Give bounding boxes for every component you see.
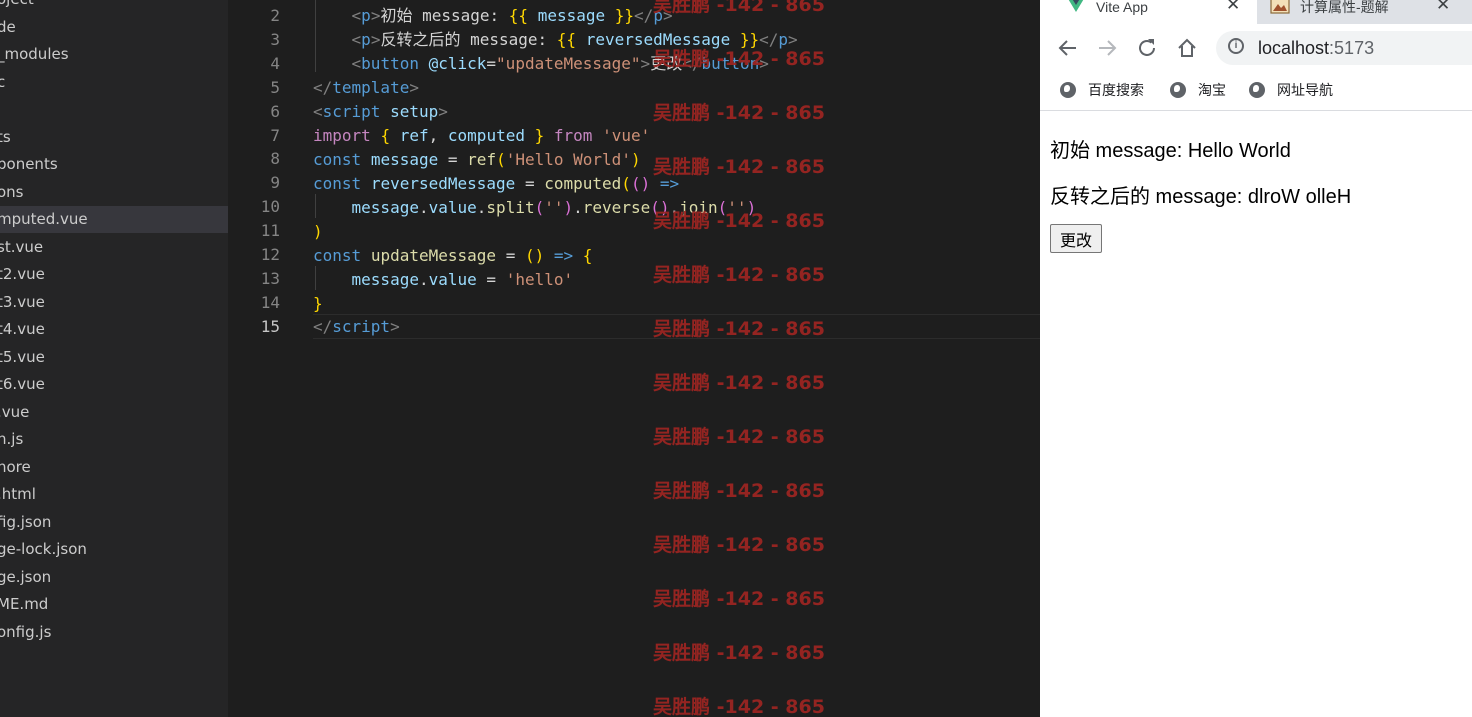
- browser-window: Vite App ✕ 计算属性-题解 ✕ i localhost:5173 百度…: [1040, 0, 1472, 717]
- watermark-text: 吴胜鹏 -142 - 865: [653, 426, 825, 448]
- watermark-text: 吴胜鹏 -142 - 865: [653, 534, 825, 556]
- code-line[interactable]: const reversedMessage = computed(() =>: [313, 172, 679, 196]
- watermark-text: 吴胜鹏 -142 - 865: [653, 318, 825, 340]
- code-line[interactable]: <p>初始 message: {{ message }}</p>: [313, 4, 673, 28]
- code-line[interactable]: ): [313, 220, 323, 244]
- explorer-item[interactable]: ME.md: [0, 591, 228, 618]
- explorer-item[interactable]: de: [0, 14, 228, 41]
- vite-icon: [1068, 0, 1084, 12]
- explorer-item[interactable]: ts: [0, 124, 228, 151]
- code-line[interactable]: const message = ref('Hello World'): [313, 148, 641, 172]
- explorer-item[interactable]: mputed.vue: [0, 206, 228, 233]
- watermark-text: 吴胜鹏 -142 - 865: [653, 156, 825, 178]
- watermark-text: 吴胜鹏 -142 - 865: [653, 48, 825, 70]
- browser-toolbar: i localhost:5173: [1040, 24, 1472, 74]
- explorer-item[interactable]: ge-lock.json: [0, 536, 228, 563]
- line-number: 5: [270, 77, 280, 97]
- forward-arrow-icon[interactable]: [1095, 36, 1119, 60]
- code-line[interactable]: </template>: [313, 76, 419, 100]
- line-number: 14: [260, 292, 280, 312]
- watermark-text: 吴胜鹏 -142 - 865: [653, 0, 825, 16]
- update-button[interactable]: 更改: [1050, 224, 1102, 253]
- bookmark-nav[interactable]: 网址导航: [1249, 81, 1333, 99]
- line-number: 4: [270, 53, 280, 73]
- explorer-item[interactable]: .vue: [0, 399, 228, 426]
- explorer-item[interactable]: n.js: [0, 426, 228, 453]
- reversed-message-text: 反转之后的 message: dlroW olleH: [1050, 186, 1352, 208]
- bookmark-label: 网址导航: [1277, 82, 1333, 98]
- code-editor[interactable]: <p>初始 message: {{ message }}</p> <p>反转之后…: [228, 0, 1040, 717]
- reload-icon[interactable]: [1135, 36, 1159, 60]
- line-number: 9: [270, 173, 280, 193]
- bookmark-taobao[interactable]: 淘宝: [1170, 81, 1226, 99]
- explorer-item[interactable]: t3.vue: [0, 289, 228, 316]
- explorer-item[interactable]: st.vue: [0, 234, 228, 261]
- code-line[interactable]: import { ref, computed } from 'vue': [313, 124, 650, 148]
- line-number: 13: [260, 268, 280, 288]
- line-number: 3: [270, 29, 280, 49]
- watermark-text: 吴胜鹏 -142 - 865: [653, 102, 825, 124]
- bookmark-label: 淘宝: [1198, 82, 1226, 98]
- line-number: 15: [260, 316, 280, 336]
- explorer-item[interactable]: t5.vue: [0, 344, 228, 371]
- watermark-text: 吴胜鹏 -142 - 865: [653, 372, 825, 394]
- watermark-text: 吴胜鹏 -142 - 865: [653, 588, 825, 610]
- globe-icon: [1249, 82, 1265, 98]
- bookmarks-bar: 百度搜索 淘宝 网址导航: [1040, 74, 1472, 111]
- explorer-item[interactable]: ponents: [0, 151, 228, 178]
- line-number: 10: [260, 197, 280, 217]
- explorer-item[interactable]: ons: [0, 179, 228, 206]
- globe-icon: [1170, 82, 1186, 98]
- address-bar[interactable]: i localhost:5173: [1216, 31, 1472, 65]
- globe-icon: [1060, 82, 1076, 98]
- explorer-item[interactable]: nore: [0, 454, 228, 481]
- explorer-item[interactable]: t4.vue: [0, 316, 228, 343]
- code-line[interactable]: }: [313, 292, 323, 316]
- code-line[interactable]: const updateMessage = () => {: [313, 244, 592, 268]
- back-arrow-icon[interactable]: [1056, 36, 1080, 60]
- close-tab-icon[interactable]: ✕: [1436, 0, 1450, 13]
- watermark-text: 吴胜鹏 -142 - 865: [653, 642, 825, 664]
- home-icon[interactable]: [1175, 36, 1199, 60]
- bookmark-baidu[interactable]: 百度搜索: [1060, 81, 1144, 99]
- line-number: 8: [270, 149, 280, 169]
- site-info-icon[interactable]: i: [1228, 38, 1244, 54]
- close-tab-icon[interactable]: ✕: [1226, 0, 1240, 13]
- tab-title: 计算属性-题解: [1300, 0, 1389, 15]
- code-line[interactable]: message.value = 'hello': [313, 268, 574, 292]
- explorer-item[interactable]: c: [0, 69, 228, 96]
- explorer-item[interactable]: oject: [0, 0, 228, 13]
- explorer-item[interactable]: .html: [0, 481, 228, 508]
- explorer-item[interactable]: [0, 96, 228, 123]
- tab-vite-app[interactable]: Vite App ✕: [1040, 0, 1257, 24]
- url-host: localhost: [1258, 38, 1330, 58]
- bookmark-label: 百度搜索: [1088, 82, 1144, 98]
- explorer-item[interactable]: onfig.js: [0, 619, 228, 646]
- code-line[interactable]: </script>: [313, 315, 400, 339]
- tab-bar: Vite App ✕ 计算属性-题解 ✕: [1040, 0, 1472, 24]
- explorer-item[interactable]: _modules: [0, 41, 228, 68]
- line-number: 11: [260, 221, 280, 241]
- tab-title: Vite App: [1096, 0, 1148, 15]
- line-number: 12: [260, 245, 280, 264]
- explorer-item[interactable]: ge.json: [0, 564, 228, 591]
- file-explorer: ojectde_modulesc tsponentsonsmputed.vuest…: [0, 0, 228, 717]
- code-line[interactable]: <script setup>: [313, 100, 448, 124]
- explorer-item[interactable]: t2.vue: [0, 261, 228, 288]
- tab-computed-solution[interactable]: 计算属性-题解 ✕: [1258, 0, 1472, 24]
- explorer-item[interactable]: t6.vue: [0, 371, 228, 398]
- watermark-text: 吴胜鹏 -142 - 865: [653, 264, 825, 286]
- url-port: :5173: [1329, 38, 1375, 58]
- watermark-text: 吴胜鹏 -142 - 865: [653, 696, 825, 717]
- initial-message-text: 初始 message: Hello World: [1050, 140, 1291, 162]
- line-number: 7: [270, 125, 280, 145]
- explorer-item[interactable]: fig.json: [0, 509, 228, 536]
- watermark-text: 吴胜鹏 -142 - 865: [653, 480, 825, 502]
- tab-image-icon: [1270, 0, 1290, 14]
- watermark-text: 吴胜鹏 -142 - 865: [653, 210, 825, 232]
- line-number: 2: [270, 6, 280, 25]
- line-number: 6: [270, 101, 280, 121]
- url-text[interactable]: localhost:5173: [1258, 38, 1374, 59]
